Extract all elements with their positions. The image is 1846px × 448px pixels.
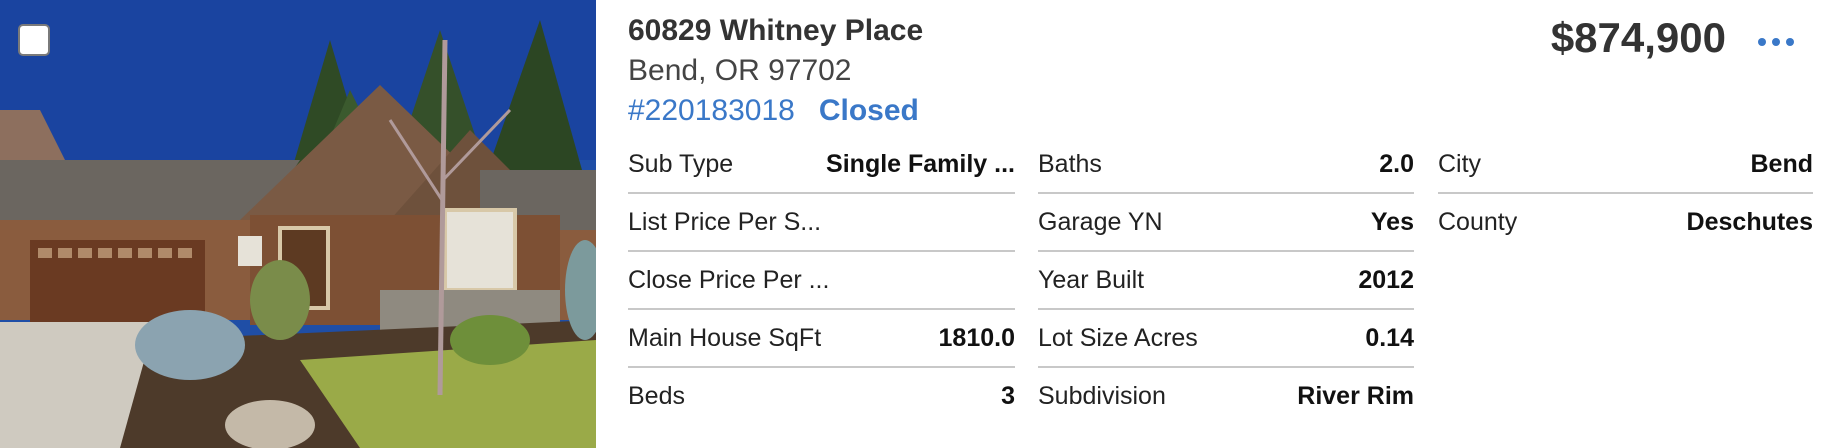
details-column-2: Baths 2.0 Garage YN Yes Year Built 2012 Lot… [1038, 136, 1414, 426]
detail-value: 3 [1001, 381, 1015, 410]
details-column-3: City Bend County Deschutes [1438, 136, 1813, 426]
detail-label: List Price Per S... [628, 207, 822, 236]
detail-value: 2.0 [1379, 149, 1414, 178]
detail-value: 2012 [1358, 265, 1414, 294]
detail-value: River Rim [1297, 381, 1414, 410]
select-listing-checkbox[interactable] [18, 24, 50, 56]
detail-row-year-built: Year Built 2012 [1038, 252, 1414, 310]
detail-label: Year Built [1038, 265, 1145, 294]
detail-label: Subdivision [1038, 381, 1166, 410]
detail-label: Garage YN [1038, 207, 1163, 236]
listing-price: $874,900 [1550, 14, 1726, 61]
more-options-button[interactable] [1758, 30, 1802, 54]
detail-label: City [1438, 149, 1482, 178]
listing-photo[interactable] [0, 0, 596, 448]
listing-city-state-zip: Bend, OR 97702 [628, 54, 852, 87]
detail-label: Main House SqFt [628, 323, 822, 352]
detail-label: Close Price Per ... [628, 265, 830, 294]
detail-value: Single Family ... [826, 149, 1015, 178]
detail-row-subdivision: Subdivision River Rim [1038, 368, 1414, 424]
listing-id-status: #220183018 Closed [628, 94, 919, 128]
mls-number-link[interactable]: #220183018 [628, 94, 795, 127]
detail-label: Sub Type [628, 149, 734, 178]
listing-address[interactable]: 60829 Whitney Place [628, 14, 923, 48]
detail-row-garage-yn: Garage YN Yes [1038, 194, 1414, 252]
detail-row-sub-type: Sub Type Single Family ... [628, 136, 1015, 194]
listing-card: 60829 Whitney Place Bend, OR 97702 #2201… [0, 0, 1846, 448]
detail-label: County [1438, 207, 1518, 236]
detail-value: Deschutes [1686, 207, 1813, 236]
detail-label: Lot Size Acres [1038, 323, 1198, 352]
detail-label: Beds [628, 381, 685, 410]
detail-row-beds: Beds 3 [628, 368, 1015, 424]
detail-row-close-price-per-sqft: Close Price Per ... [628, 252, 1015, 310]
detail-value: Yes [1370, 207, 1414, 236]
details-column-1: Sub Type Single Family ... List Price Per… [628, 136, 1015, 426]
detail-label: Baths [1038, 149, 1102, 178]
ellipsis-horizontal-icon [1758, 38, 1766, 46]
detail-row-list-price-per-sqft: List Price Per S... [628, 194, 1015, 252]
status-badge: Closed [818, 94, 919, 127]
detail-value: Bend [1750, 149, 1814, 178]
detail-row-county: County Deschutes [1438, 194, 1813, 250]
detail-row-main-house-sqft: Main House SqFt 1810.0 [628, 310, 1015, 368]
detail-value: 1810.0 [938, 323, 1015, 352]
detail-row-city: City Bend [1438, 136, 1813, 194]
detail-row-lot-size-acres: Lot Size Acres 0.14 [1038, 310, 1414, 368]
detail-value: 0.14 [1365, 323, 1414, 352]
detail-row-baths: Baths 2.0 [1038, 136, 1414, 194]
